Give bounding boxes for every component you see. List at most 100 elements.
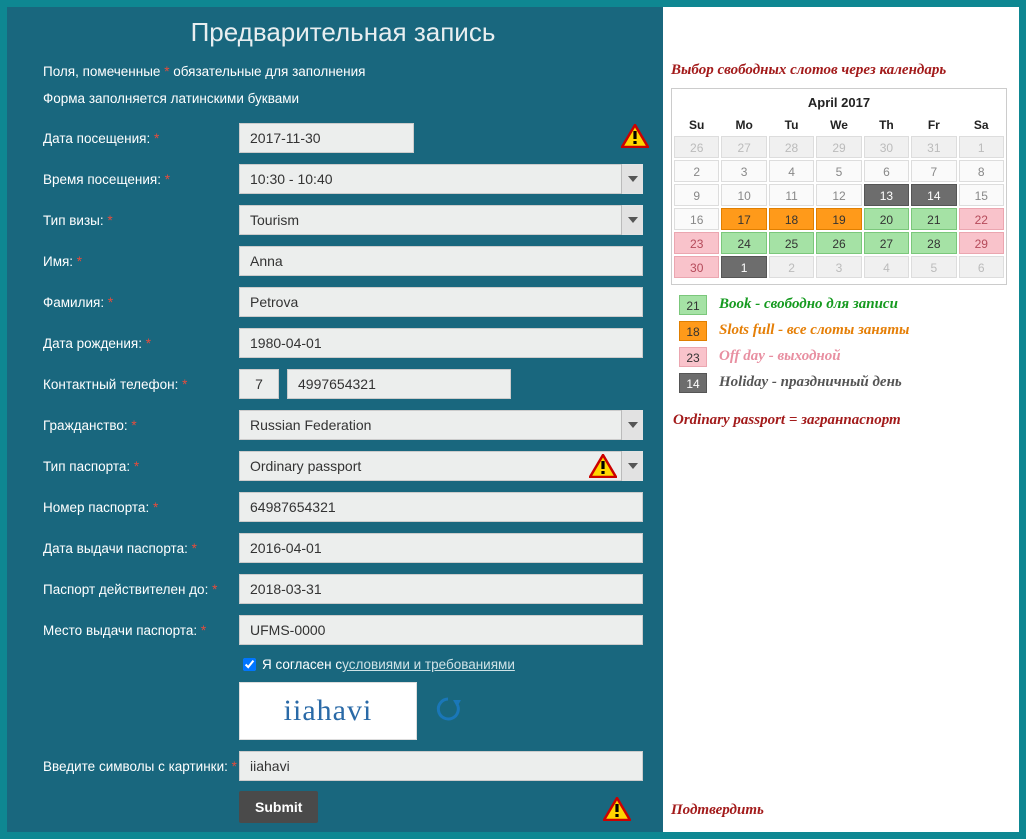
cal-dow: We xyxy=(816,116,861,134)
annot-submit: Подтвердить xyxy=(671,801,764,820)
captcha-input[interactable] xyxy=(239,751,643,781)
cal-day[interactable]: 28 xyxy=(911,232,956,254)
label-passport-place: Место выдачи паспорта: xyxy=(43,623,201,638)
cal-day[interactable]: 5 xyxy=(911,256,956,278)
cal-day[interactable]: 9 xyxy=(674,184,719,206)
legend-text-off: Off day - выходной xyxy=(719,347,841,366)
cal-day[interactable]: 14 xyxy=(911,184,956,206)
cal-day[interactable]: 30 xyxy=(864,136,909,158)
cal-day[interactable]: 26 xyxy=(674,136,719,158)
cal-day[interactable]: 29 xyxy=(816,136,861,158)
cal-day[interactable]: 29 xyxy=(959,232,1004,254)
cal-day[interactable]: 27 xyxy=(721,136,766,158)
cal-day[interactable]: 4 xyxy=(864,256,909,278)
label-passport-no: Номер паспорта: xyxy=(43,500,153,515)
label-captcha: Введите символы с картинки: xyxy=(43,759,232,774)
passport-issue-input[interactable] xyxy=(239,533,643,563)
visit-time-select[interactable] xyxy=(239,164,643,194)
required-note: Поля, помеченные * обязательные для запо… xyxy=(43,64,643,79)
form-panel: Предварительная запись Поля, помеченные … xyxy=(7,7,663,832)
cal-day[interactable]: 25 xyxy=(769,232,814,254)
legend-text-full: Slots full - все слоты заняты xyxy=(719,321,909,340)
cal-day[interactable]: 7 xyxy=(911,160,956,182)
cal-day[interactable]: 2 xyxy=(674,160,719,182)
cal-day[interactable]: 11 xyxy=(769,184,814,206)
cal-day[interactable]: 13 xyxy=(864,184,909,206)
submit-button[interactable]: Submit xyxy=(239,791,318,823)
cal-day[interactable]: 19 xyxy=(816,208,861,230)
cal-day[interactable]: 15 xyxy=(959,184,1004,206)
cal-dow: Mo xyxy=(721,116,766,134)
cal-day[interactable]: 21 xyxy=(911,208,956,230)
captcha-image: iiahavi xyxy=(239,682,417,740)
cal-day[interactable]: 16 xyxy=(674,208,719,230)
cal-day[interactable]: 12 xyxy=(816,184,861,206)
calendar-widget: April 2017 SuMoTuWeThFrSa 26272829303112… xyxy=(671,88,1007,285)
citizenship-select[interactable] xyxy=(239,410,643,440)
legend-key-off: 23 xyxy=(679,347,707,367)
label-passport-expiry: Паспорт действителен до: xyxy=(43,582,212,597)
cal-day[interactable]: 5 xyxy=(816,160,861,182)
refresh-icon[interactable] xyxy=(435,696,461,727)
page-title: Предварительная запись xyxy=(43,17,643,48)
passport-type-select[interactable] xyxy=(239,451,643,481)
latin-note: Форма заполняется латинскими буквами xyxy=(43,91,643,106)
cal-dow: Su xyxy=(674,116,719,134)
last-name-input[interactable] xyxy=(239,287,643,317)
first-name-input[interactable] xyxy=(239,246,643,276)
phone-code-input[interactable] xyxy=(239,369,279,399)
label-passport-issue: Дата выдачи паспорта: xyxy=(43,541,192,556)
calendar-legend: 21 Book - свободно для записи 18 Slots f… xyxy=(679,295,1007,393)
cal-day[interactable]: 31 xyxy=(911,136,956,158)
calendar-title: April 2017 xyxy=(674,95,1004,110)
consent-checkbox[interactable] xyxy=(243,658,256,671)
legend-key-hol: 14 xyxy=(679,373,707,393)
cal-day[interactable]: 1 xyxy=(721,256,766,278)
cal-day[interactable]: 10 xyxy=(721,184,766,206)
cal-day[interactable]: 8 xyxy=(959,160,1004,182)
cal-day[interactable]: 2 xyxy=(769,256,814,278)
cal-dow: Sa xyxy=(959,116,1004,134)
cal-day[interactable]: 28 xyxy=(769,136,814,158)
cal-day[interactable]: 6 xyxy=(959,256,1004,278)
dob-input[interactable] xyxy=(239,328,643,358)
passport-place-input[interactable] xyxy=(239,615,643,645)
cal-day[interactable]: 20 xyxy=(864,208,909,230)
label-dob: Дата рождения: xyxy=(43,336,146,351)
label-passport-type: Тип паспорта: xyxy=(43,459,134,474)
cal-day[interactable]: 1 xyxy=(959,136,1004,158)
consent-link[interactable]: условиями и требованиями xyxy=(342,657,515,672)
cal-day[interactable]: 24 xyxy=(721,232,766,254)
phone-number-input[interactable] xyxy=(287,369,511,399)
warning-icon xyxy=(603,797,631,821)
legend-key-full: 18 xyxy=(679,321,707,341)
cal-day[interactable]: 27 xyxy=(864,232,909,254)
passport-expiry-input[interactable] xyxy=(239,574,643,604)
label-phone: Контактный телефон: xyxy=(43,377,182,392)
label-visit-date: Дата посещения: xyxy=(43,131,154,146)
legend-text-book: Book - свободно для записи xyxy=(719,295,898,314)
cal-day[interactable]: 18 xyxy=(769,208,814,230)
cal-day[interactable]: 3 xyxy=(721,160,766,182)
cal-day[interactable]: 23 xyxy=(674,232,719,254)
cal-day[interactable]: 17 xyxy=(721,208,766,230)
cal-day[interactable]: 4 xyxy=(769,160,814,182)
cal-day[interactable]: 6 xyxy=(864,160,909,182)
legend-text-hol: Holiday - праздничный день xyxy=(719,373,902,392)
annot-calendar-header: Выбор свободных слотов через календарь xyxy=(671,61,1007,80)
visit-date-input[interactable] xyxy=(239,123,414,153)
label-last-name: Фамилия: xyxy=(43,295,108,310)
legend-key-book: 21 xyxy=(679,295,707,315)
cal-dow: Tu xyxy=(769,116,814,134)
cal-day[interactable]: 3 xyxy=(816,256,861,278)
cal-dow: Th xyxy=(864,116,909,134)
cal-day[interactable]: 30 xyxy=(674,256,719,278)
passport-no-input[interactable] xyxy=(239,492,643,522)
label-citizenship: Гражданство: xyxy=(43,418,131,433)
label-visit-time: Время посещения: xyxy=(43,172,165,187)
cal-day[interactable]: 22 xyxy=(959,208,1004,230)
label-first-name: Имя: xyxy=(43,254,77,269)
visa-type-select[interactable] xyxy=(239,205,643,235)
annotation-panel: Выбор свободных слотов через календарь A… xyxy=(663,7,1019,832)
cal-day[interactable]: 26 xyxy=(816,232,861,254)
